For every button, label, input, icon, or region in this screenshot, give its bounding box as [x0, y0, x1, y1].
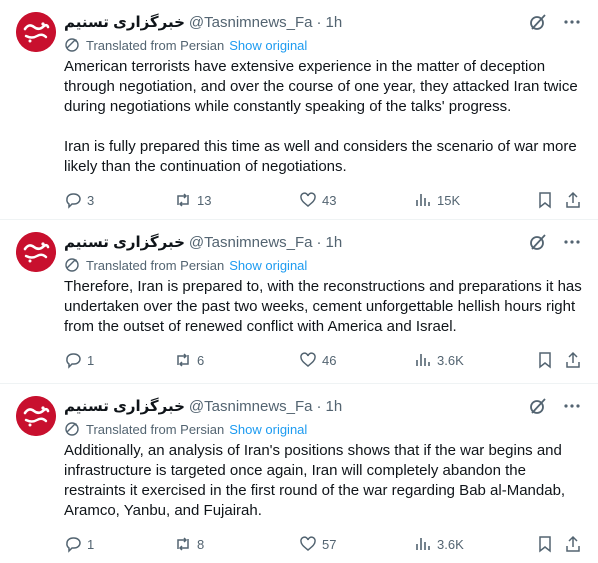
like-count: 46	[322, 352, 337, 368]
share-button[interactable]	[564, 191, 582, 209]
timestamp[interactable]: 1h	[326, 14, 343, 31]
separator-dot: ·	[316, 233, 322, 251]
repost-button[interactable]: 6	[174, 351, 204, 369]
repost-button[interactable]: 8	[174, 535, 204, 553]
share-icon	[566, 191, 580, 208]
translate-icon	[65, 258, 79, 272]
reply-icon	[66, 353, 81, 369]
reply-count: 3	[87, 192, 95, 208]
reply-count: 1	[87, 536, 95, 552]
display-name[interactable]: خبرگزاری تسنیم	[64, 233, 185, 251]
avatar[interactable]	[16, 396, 56, 436]
repost-icon	[177, 353, 189, 367]
like-count: 57	[322, 536, 337, 552]
show-original-link[interactable]: Show original	[229, 258, 307, 273]
translated-label: Translated from Persian	[86, 37, 225, 53]
bookmark-icon	[539, 536, 551, 553]
views-button[interactable]: 3.6K	[414, 351, 464, 369]
translation-notice: Translated from Persian Show original	[64, 36, 582, 54]
views-count: 3.6K	[437, 352, 464, 368]
timestamp[interactable]: 1h	[326, 398, 343, 415]
translate-icon	[65, 422, 79, 436]
like-icon	[300, 352, 316, 367]
reply-icon	[66, 537, 81, 553]
repost-icon	[177, 537, 189, 551]
translated-label: Translated from Persian	[86, 421, 225, 437]
repost-count: 8	[197, 536, 205, 552]
tweet-header: خبرگزاری تسنیم @Tasnimnews_Fa · 1h	[64, 396, 582, 416]
share-icon	[566, 535, 580, 552]
like-count: 43	[322, 192, 337, 208]
bookmark-button[interactable]	[536, 351, 554, 369]
more-icon[interactable]	[562, 232, 582, 252]
grok-icon[interactable]	[528, 232, 548, 252]
like-icon	[300, 192, 316, 207]
translate-icon	[65, 38, 79, 52]
repost-button[interactable]: 13	[174, 191, 211, 209]
grok-icon[interactable]	[528, 12, 548, 32]
bookmark-icon	[539, 352, 551, 369]
bookmark-icon	[539, 192, 551, 209]
views-count: 15K	[437, 192, 461, 208]
separator-dot: ·	[316, 13, 322, 31]
like-button[interactable]: 46	[299, 351, 336, 369]
reply-button[interactable]: 1	[64, 535, 94, 553]
more-icon[interactable]	[562, 12, 582, 32]
tweet-header: خبرگزاری تسنیم @Tasnimnews_Fa · 1h	[64, 232, 582, 252]
avatar[interactable]	[16, 12, 56, 52]
tweet-text: Therefore, Iran is prepared to, with the…	[64, 278, 586, 335]
separator-dot: ·	[316, 397, 322, 415]
avatar[interactable]	[16, 232, 56, 272]
like-button[interactable]: 43	[299, 191, 336, 209]
tasnim-logo-icon	[16, 12, 56, 52]
user-handle[interactable]: @Tasnimnews_Fa	[189, 234, 313, 251]
tweet[interactable]: خبرگزاری تسنیم @Tasnimnews_Fa · 1h Trans…	[0, 0, 598, 219]
display-name[interactable]: خبرگزاری تسنیم	[64, 397, 185, 415]
tweet[interactable]: خبرگزاری تسنیم @Tasnimnews_Fa · 1h Trans…	[0, 383, 598, 563]
user-handle[interactable]: @Tasnimnews_Fa	[189, 398, 313, 415]
reply-button[interactable]: 3	[64, 191, 94, 209]
tweet-text: American terrorists have extensive exper…	[64, 58, 578, 175]
show-original-link[interactable]: Show original	[229, 38, 307, 53]
translated-label: Translated from Persian	[86, 257, 225, 273]
repost-count: 6	[197, 352, 205, 368]
share-icon	[566, 351, 580, 368]
show-original-link[interactable]: Show original	[229, 422, 307, 437]
repost-icon	[177, 193, 189, 207]
bookmark-button[interactable]	[536, 191, 554, 209]
reply-button[interactable]: 1	[64, 351, 94, 369]
bookmark-button[interactable]	[536, 535, 554, 553]
more-icon[interactable]	[562, 396, 582, 416]
views-icon	[416, 538, 430, 550]
tasnim-logo-icon	[16, 396, 56, 436]
share-button[interactable]	[564, 535, 582, 553]
views-button[interactable]: 3.6K	[414, 535, 464, 553]
share-button[interactable]	[564, 351, 582, 369]
tweet[interactable]: خبرگزاری تسنیم @Tasnimnews_Fa · 1h Trans…	[0, 219, 598, 383]
translation-notice: Translated from Persian Show original	[64, 256, 582, 274]
tweet-text: Additionally, an analysis of Iran's posi…	[64, 442, 569, 519]
like-icon	[300, 536, 316, 551]
timestamp[interactable]: 1h	[326, 234, 343, 251]
views-count: 3.6K	[437, 536, 464, 552]
grok-icon[interactable]	[528, 396, 548, 416]
repost-count: 13	[197, 192, 212, 208]
tasnim-logo-icon	[16, 232, 56, 272]
user-handle[interactable]: @Tasnimnews_Fa	[189, 14, 313, 31]
translation-notice: Translated from Persian Show original	[64, 420, 582, 438]
like-button[interactable]: 57	[299, 535, 336, 553]
reply-icon	[66, 193, 81, 209]
tweet-header: خبرگزاری تسنیم @Tasnimnews_Fa · 1h	[64, 12, 582, 32]
views-icon	[416, 194, 430, 206]
reply-count: 1	[87, 352, 95, 368]
views-icon	[416, 354, 430, 366]
views-button[interactable]: 15K	[414, 191, 460, 209]
display-name[interactable]: خبرگزاری تسنیم	[64, 13, 185, 31]
